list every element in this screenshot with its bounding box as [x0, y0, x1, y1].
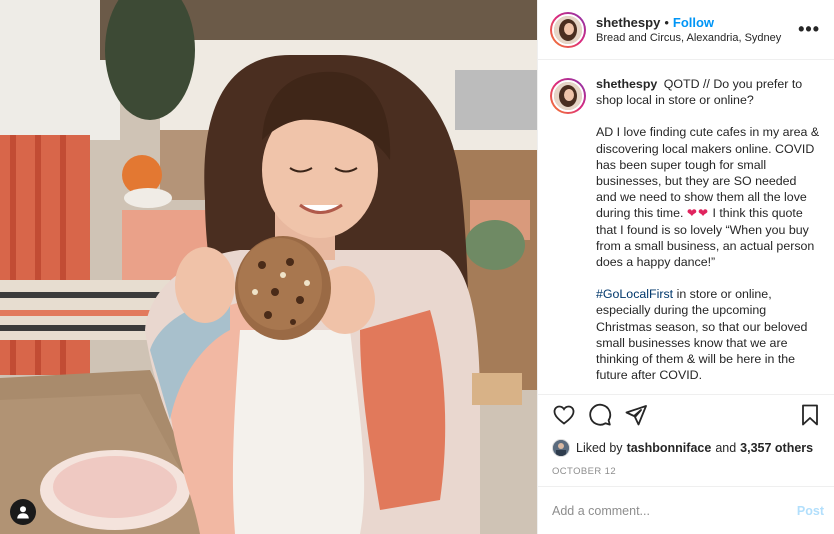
heart-emojis: ❤❤	[686, 206, 710, 221]
author-username[interactable]: shethespy	[596, 15, 660, 30]
juices-crate	[472, 373, 522, 405]
caption-author-avatar[interactable]	[550, 78, 586, 114]
author-avatar[interactable]	[550, 11, 586, 48]
liked-by-and: and	[715, 441, 737, 455]
photo-illustration	[0, 0, 537, 534]
user-tags-button[interactable]	[10, 499, 36, 525]
user-icon	[17, 506, 29, 519]
location-link[interactable]: Bread and Circus, Alexandria, Sydney	[596, 32, 798, 44]
caption-section: shethespy QOTD // Do you prefer to shop …	[538, 60, 834, 394]
liker-username[interactable]: tashbonniface	[627, 441, 712, 455]
liker-avatar[interactable]	[552, 439, 570, 457]
post-side-panel: shethespy • Follow Bread and Circus, Ale…	[537, 0, 834, 534]
liked-by-prefix: Liked by	[576, 441, 623, 455]
post-photo[interactable]	[0, 0, 537, 534]
instagram-post: shethespy • Follow Bread and Circus, Ale…	[0, 0, 834, 534]
action-bar	[538, 394, 834, 434]
more-options-button[interactable]: •••	[798, 19, 820, 40]
caption-paragraph-1: shethespy QOTD // Do you prefer to shop …	[596, 76, 820, 108]
separator-dot: •	[664, 15, 669, 30]
caption-paragraph-2: AD I love finding cute cafes in my area …	[596, 124, 820, 270]
avatar-image	[554, 82, 582, 110]
header-text: shethespy • Follow Bread and Circus, Ale…	[596, 15, 798, 44]
hashtag-link[interactable]: #GoLocalFirst	[596, 287, 673, 301]
caption-paragraph-3: #GoLocalFirst in store or online, especi…	[596, 286, 820, 383]
comment-input[interactable]	[552, 503, 797, 518]
follow-button[interactable]: Follow	[673, 15, 714, 30]
comment-icon[interactable]	[588, 403, 612, 427]
caption-username[interactable]: shethespy	[596, 77, 657, 91]
avatar-image	[554, 15, 582, 44]
heart-icon[interactable]	[552, 403, 576, 427]
likes-others-count[interactable]: 3,357 others	[740, 441, 813, 455]
caption-text-3: in store or online, especially during th…	[596, 287, 808, 383]
share-icon[interactable]	[624, 403, 648, 427]
post-comment-button[interactable]: Post	[797, 504, 824, 518]
likes-summary: Liked by tashbonniface and 3,357 others	[538, 434, 834, 462]
post-header: shethespy • Follow Bread and Circus, Ale…	[538, 0, 834, 60]
bookmark-icon[interactable]	[798, 403, 822, 427]
comment-form: Post	[538, 486, 834, 534]
post-date[interactable]: OCTOBER 12	[538, 462, 834, 486]
caption-text: shethespy QOTD // Do you prefer to shop …	[596, 76, 820, 394]
